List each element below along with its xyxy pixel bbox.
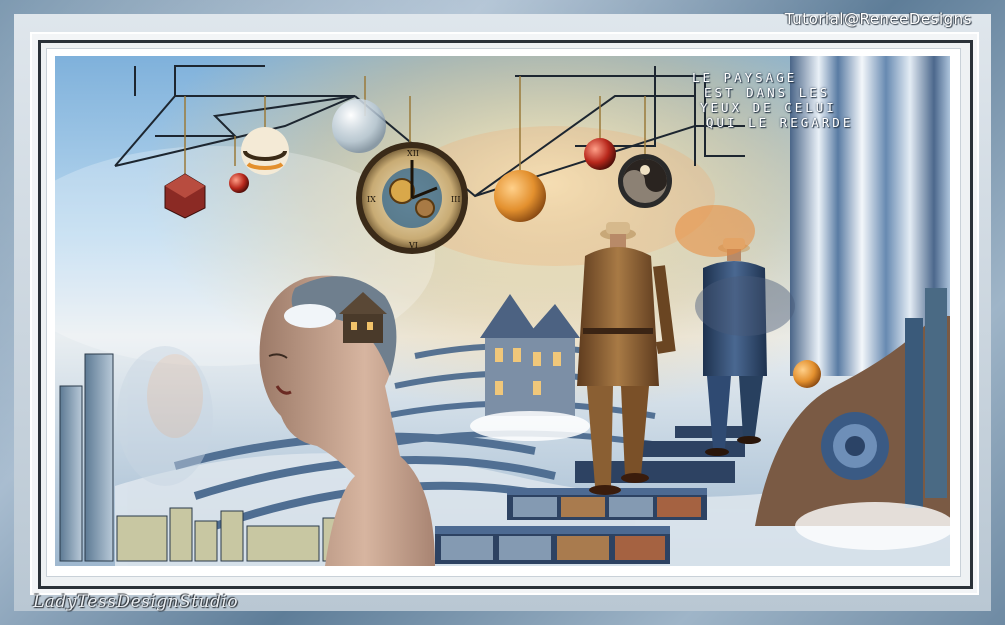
clock-icon: XII III VI IX [356,142,468,254]
artwork-illustration: XII III VI IX [55,56,950,566]
svg-text:XII: XII [407,149,419,158]
poem-overlay: LE PAYSAGE EST DANS LES YEUX DE CELUI QU… [692,70,950,130]
studio-signature: LadyTessDesignStudio [33,592,239,612]
poem-line: QUI LE REGARDE [706,115,854,130]
poem-line: YEUX DE CELUI [700,100,837,115]
svg-text:III: III [451,195,460,204]
tutorial-credit: Tutorial@ReneeDesigns [784,10,972,28]
poem-line: EST DANS LES [704,85,831,100]
poem-line: LE PAYSAGE [692,70,798,85]
artwork-canvas: XII III VI IX LE PAYSAGE EST DANS LES YE… [55,56,950,566]
svg-text:VI: VI [408,241,418,250]
svg-text:IX: IX [367,195,376,204]
